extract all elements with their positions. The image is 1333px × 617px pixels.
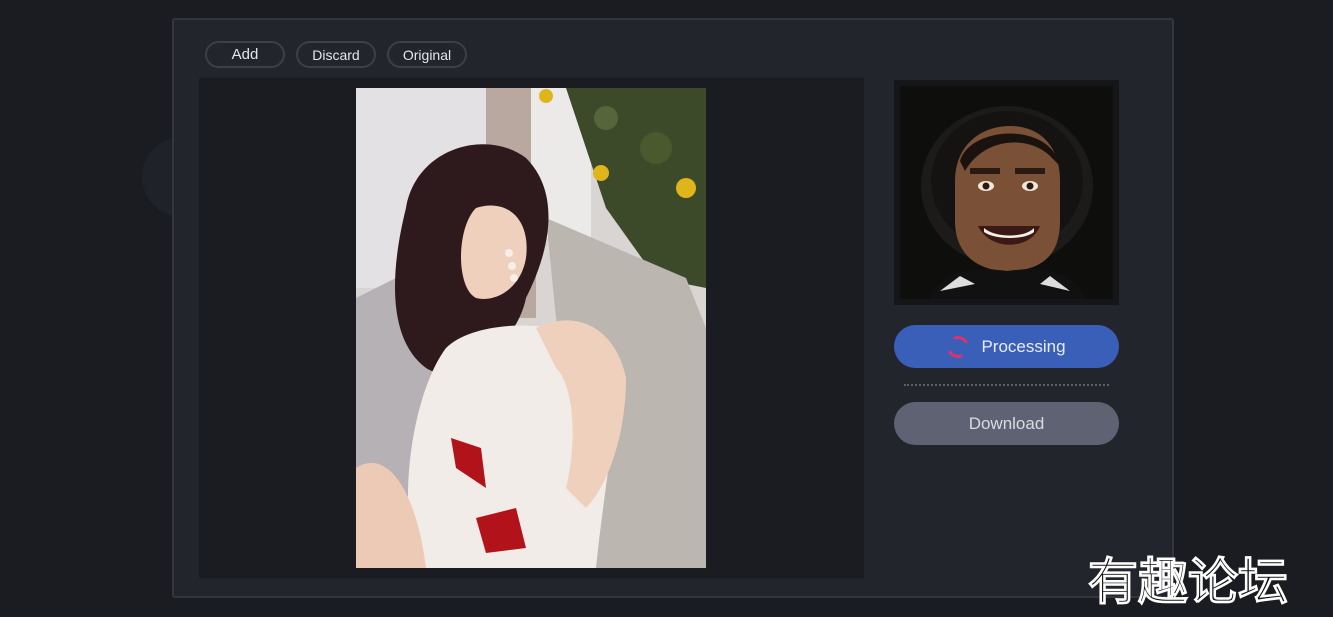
download-button[interactable]: Download (894, 402, 1119, 445)
original-button[interactable]: Original (387, 41, 467, 68)
toolbar: Add Discard Original (205, 41, 467, 68)
add-button[interactable]: Add (205, 41, 285, 68)
image-canvas (199, 78, 864, 578)
loading-spinner-icon (944, 332, 973, 361)
target-photo-image (356, 88, 706, 568)
divider (904, 384, 1109, 386)
processing-label: Processing (981, 336, 1066, 356)
source-face-photo (900, 86, 1113, 299)
processing-button[interactable]: Processing (894, 325, 1119, 368)
target-photo (356, 88, 706, 568)
watermark: 有趣论坛 (1088, 552, 1289, 612)
source-face-frame[interactable] (894, 80, 1119, 305)
discard-button[interactable]: Discard (296, 41, 376, 68)
editor-panel: Add Discard Original Processing Download (172, 18, 1174, 598)
source-face-image (900, 86, 1113, 299)
